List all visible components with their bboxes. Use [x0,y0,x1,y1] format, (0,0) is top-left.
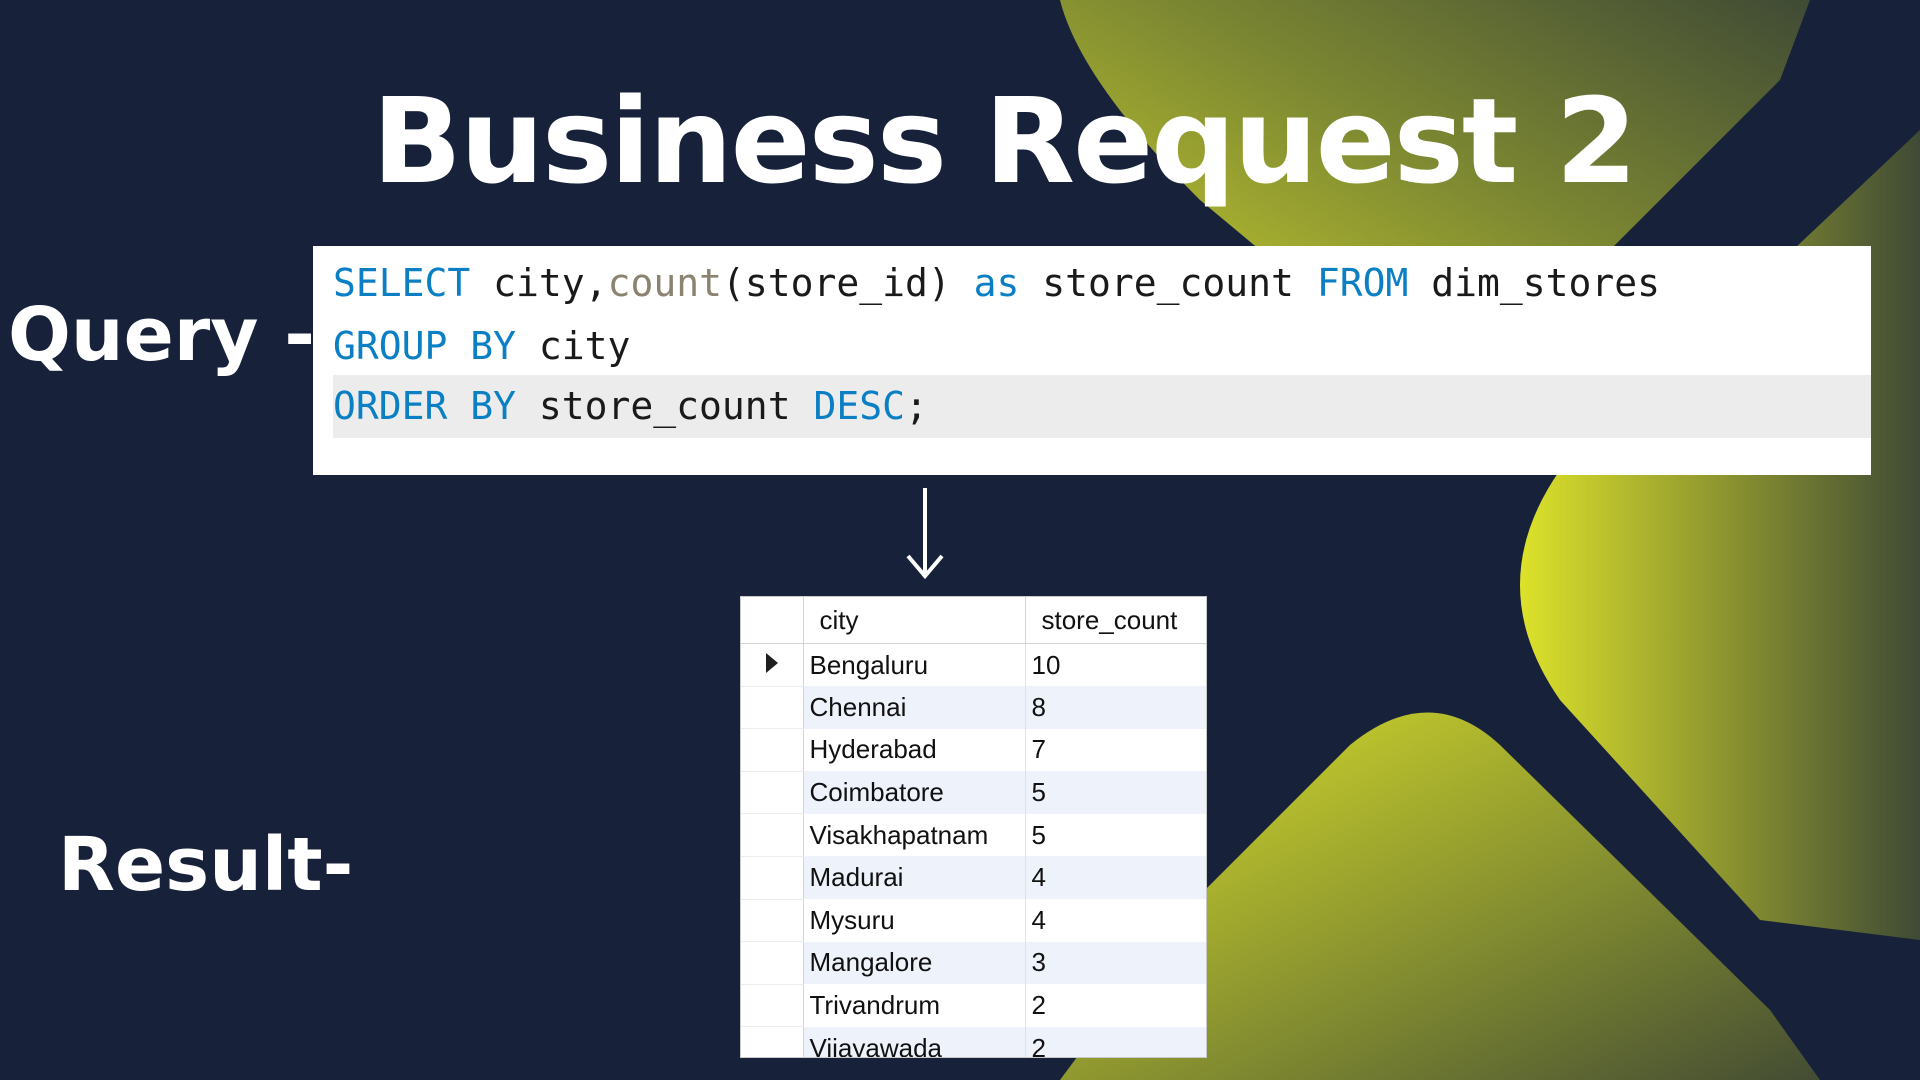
query-text: dim_stores [1408,261,1660,305]
table-row[interactable]: Bengaluru 10 [741,643,1206,687]
cell-city[interactable]: Trivandrum [803,984,1026,1027]
row-selector[interactable] [741,728,804,772]
query-text: (store_id) [721,261,974,305]
query-line-2: GROUP BY city [333,315,1871,378]
table-row[interactable]: Vijayawada 2 [741,1026,1206,1057]
table-row[interactable]: Mysuru 4 [741,899,1206,943]
table-row[interactable]: Hyderabad 7 [741,728,1206,772]
column-header-city[interactable]: city [803,597,1026,644]
cell-store-count[interactable]: 2 [1025,1026,1206,1057]
row-selector-header[interactable] [741,597,804,644]
query-text: store_count [1019,261,1317,305]
result-grid: city store_count Bengaluru 10 Chennai 8 Hyde… [740,596,1207,1058]
page-title: Business Request 2 [372,72,1637,210]
cell-store-count[interactable]: 3 [1025,941,1206,985]
from-keyword: FROM [1316,261,1409,305]
group-by-keyword: GROUP BY [333,324,517,368]
query-line-1: SELECT city,count(store_id) as store_cou… [333,252,1871,315]
result-label: Result- [58,822,354,908]
current-row-pointer-icon [765,653,778,674]
cell-store-count[interactable]: 4 [1025,899,1206,942]
table-row[interactable]: Chennai 8 [741,686,1206,730]
column-header-store-count[interactable]: store_count [1025,597,1206,644]
table-row[interactable]: Madurai 4 [741,856,1206,900]
row-selector[interactable] [741,984,804,1028]
as-keyword: as [973,261,1020,305]
row-selector[interactable] [741,686,804,730]
cell-city[interactable]: Mangalore [803,941,1026,985]
query-text: store_count [516,384,814,428]
cell-city[interactable]: Vijayawada [803,1026,1026,1057]
table-row[interactable]: Trivandrum 2 [741,984,1206,1028]
cell-city[interactable]: Chennai [803,686,1026,729]
row-selector[interactable] [741,643,804,687]
cell-store-count[interactable]: 4 [1025,856,1206,900]
desc-keyword: DESC [813,384,905,428]
result-header-row: city store_count [741,597,1206,644]
count-function: count [607,261,722,305]
table-row[interactable]: Coimbatore 5 [741,771,1206,815]
cell-store-count[interactable]: 5 [1025,813,1206,857]
cell-city[interactable]: Bengaluru [803,643,1026,687]
row-selector[interactable] [741,1026,804,1057]
query-line-3: ORDER BY store_count DESC; [333,375,1871,438]
query-text: ; [904,384,928,428]
select-keyword: SELECT [333,261,471,305]
row-selector[interactable] [741,813,804,857]
cell-city[interactable]: Madurai [803,856,1026,900]
row-selector[interactable] [741,941,804,985]
cell-store-count[interactable]: 10 [1025,643,1206,687]
query-text: city [516,324,631,368]
query-label: Query - [8,292,315,378]
cell-store-count[interactable]: 7 [1025,728,1206,772]
row-selector[interactable] [741,899,804,943]
table-row[interactable]: Visakhapatnam 5 [741,813,1206,857]
cell-store-count[interactable]: 8 [1025,686,1206,729]
cell-store-count[interactable]: 5 [1025,771,1206,814]
cell-city[interactable]: Hyderabad [803,728,1026,772]
row-selector[interactable] [741,856,804,900]
order-by-keyword: ORDER BY [333,384,517,428]
query-text: city, [470,261,608,305]
cell-store-count[interactable]: 2 [1025,984,1206,1027]
arrow-down-icon [906,488,944,580]
row-selector[interactable] [741,771,804,815]
cell-city[interactable]: Mysuru [803,899,1026,942]
cell-city[interactable]: Coimbatore [803,771,1026,814]
table-row[interactable]: Mangalore 3 [741,941,1206,985]
cell-city[interactable]: Visakhapatnam [803,813,1026,857]
